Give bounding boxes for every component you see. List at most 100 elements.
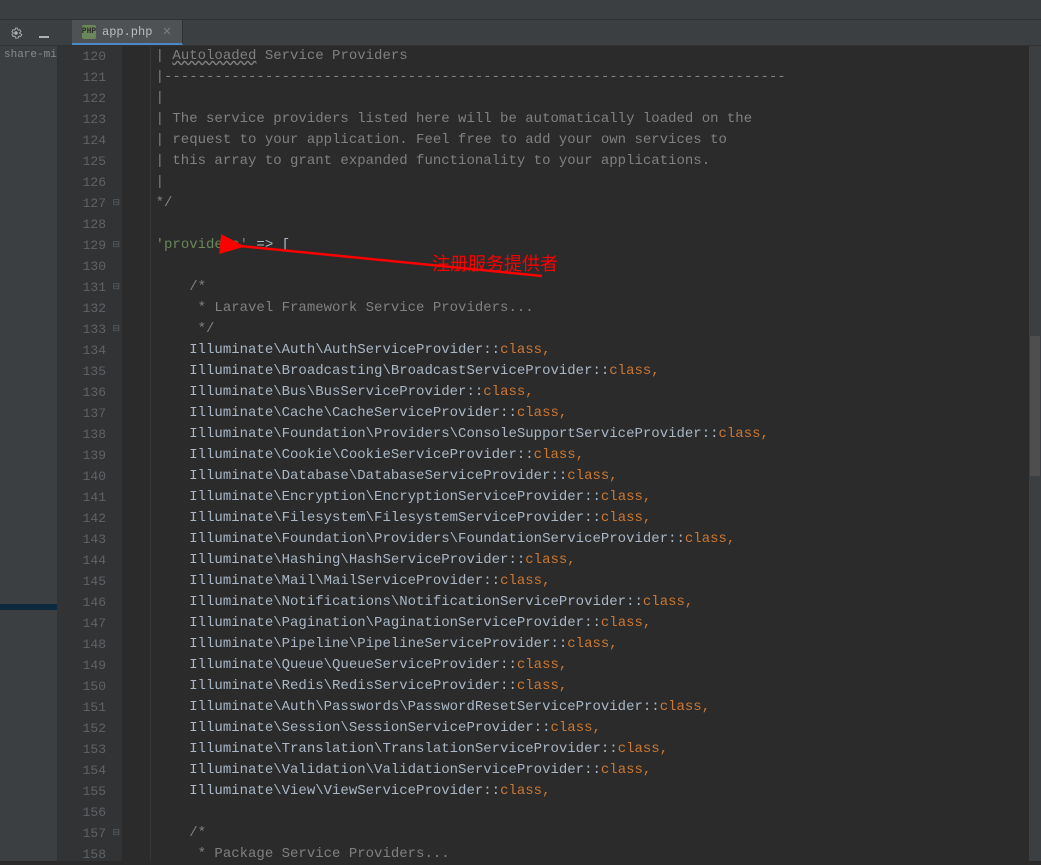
code-content[interactable]: | Autoloaded Service Providers |--------… [122,46,1041,861]
line-number: 134 [58,340,106,361]
code-line[interactable]: Illuminate\Pagination\PaginationServiceP… [122,613,1041,634]
fold-icon[interactable]: ⊟ [110,198,120,208]
code-line[interactable]: Illuminate\Cookie\CookieServiceProvider:… [122,445,1041,466]
gutter: 120121122123124125126⊟127128⊟129130⊟1311… [58,46,122,861]
php-file-icon: PHP [82,25,96,39]
line-number: 131 [58,277,106,298]
main: share-micr 120121122123124125126 ⊟ 127128 ⊟… [0,46,1041,861]
code-line[interactable]: Illuminate\Bus\BusServiceProvider::class… [122,382,1041,403]
code-line[interactable]: /* [122,277,1041,298]
line-number: 144 [58,550,106,571]
line-number: 124 [58,130,106,151]
code-line[interactable]: Illuminate\Validation\ValidationServiceP… [122,760,1041,781]
line-number: 154 [58,760,106,781]
line-number: 122 [58,88,106,109]
code-line[interactable]: Illuminate\Translation\TranslationServic… [122,739,1041,760]
code-line[interactable]: Illuminate\Encryption\EncryptionServiceP… [122,487,1041,508]
code-line[interactable]: */ [122,193,1041,214]
code-line[interactable] [122,214,1041,235]
line-number: 147 [58,613,106,634]
code-line[interactable]: | The service providers listed here will… [122,109,1041,130]
code-line[interactable]: * Laravel Framework Service Providers... [122,298,1041,319]
code-line[interactable]: Illuminate\Broadcasting\BroadcastService… [122,361,1041,382]
code-line[interactable]: */ [122,319,1041,340]
code-editor[interactable]: | Autoloaded Service Providers |--------… [122,46,1041,861]
line-number: 153 [58,739,106,760]
code-line[interactable]: |---------------------------------------… [122,67,1041,88]
code-line[interactable]: Illuminate\Database\DatabaseServiceProvi… [122,466,1041,487]
sidebar-highlight[interactable] [0,604,57,610]
line-number: 157 [58,823,106,844]
line-number: 146 [58,592,106,613]
line-number: 138 [58,424,106,445]
line-number: 155 [58,781,106,802]
scrollbar-thumb[interactable] [1030,336,1040,476]
code-line[interactable]: Illuminate\Mail\MailServiceProvider::cla… [122,571,1041,592]
sidebar-item[interactable]: share-micr [0,46,57,64]
code-line[interactable]: Illuminate\Foundation\Providers\Foundati… [122,529,1041,550]
line-number: 150 [58,676,106,697]
line-number: 135 [58,361,106,382]
line-number: 126 [58,172,106,193]
toolbar [0,0,1041,20]
code-line[interactable]: Illuminate\Queue\QueueServiceProvider::c… [122,655,1041,676]
line-number: 145 [58,571,106,592]
tab-app-php[interactable]: PHP app.php ✕ [72,20,183,45]
line-number: 152 [58,718,106,739]
line-number: 140 [58,466,106,487]
code-line[interactable] [122,802,1041,823]
line-number: 158 [58,844,106,865]
line-number: 123 [58,109,106,130]
line-number: 143 [58,529,106,550]
line-number: 136 [58,382,106,403]
code-line[interactable]: | this array to grant expanded functiona… [122,151,1041,172]
code-line[interactable]: Illuminate\View\ViewServiceProvider::cla… [122,781,1041,802]
line-number: 121 [58,67,106,88]
header: PHP app.php ✕ [0,20,1041,46]
code-line[interactable]: Illuminate\Pipeline\PipelineServiceProvi… [122,634,1041,655]
code-line[interactable]: | [122,88,1041,109]
line-number: 127 [58,193,106,214]
line-number: 139 [58,445,106,466]
code-line[interactable]: | [122,172,1041,193]
line-number: 120 [58,46,106,67]
line-number: 137 [58,403,106,424]
project-sidebar[interactable]: share-micr [0,46,58,861]
line-number: 130 [58,256,106,277]
line-number: 128 [58,214,106,235]
line-number: 142 [58,508,106,529]
tab-label: app.php [102,25,152,39]
code-line[interactable]: /* [122,823,1041,844]
scrollbar[interactable] [1029,46,1041,861]
line-number: 133 [58,319,106,340]
close-icon[interactable]: ✕ [162,25,171,39]
code-line[interactable]: Illuminate\Filesystem\FilesystemServiceP… [122,508,1041,529]
fold-icon[interactable]: ⊟ [110,828,120,838]
code-line[interactable]: Illuminate\Auth\AuthServiceProvider::cla… [122,340,1041,361]
fold-icon[interactable]: ⊟ [110,282,120,292]
code-line[interactable] [122,256,1041,277]
minimize-icon[interactable] [36,25,52,41]
code-line[interactable]: Illuminate\Session\SessionServiceProvide… [122,718,1041,739]
code-line[interactable]: Illuminate\Cache\CacheServiceProvider::c… [122,403,1041,424]
line-number: 129 [58,235,106,256]
fold-icon[interactable]: ⊟ [110,240,120,250]
line-number: 156 [58,802,106,823]
line-number: 151 [58,697,106,718]
code-line[interactable]: Illuminate\Redis\RedisServiceProvider::c… [122,676,1041,697]
fold-icon[interactable]: ⊟ [110,324,120,334]
line-number: 148 [58,634,106,655]
gear-icon[interactable] [8,25,24,41]
code-line[interactable]: Illuminate\Notifications\NotificationSer… [122,592,1041,613]
code-line[interactable]: Illuminate\Foundation\Providers\ConsoleS… [122,424,1041,445]
line-number: 125 [58,151,106,172]
tabs-container: PHP app.php ✕ [72,20,183,45]
code-line[interactable]: | Autoloaded Service Providers [122,46,1041,67]
code-line[interactable]: | request to your application. Feel free… [122,130,1041,151]
code-line[interactable]: Illuminate\Hashing\HashServiceProvider::… [122,550,1041,571]
line-number: 141 [58,487,106,508]
line-number: 132 [58,298,106,319]
code-line[interactable]: * Package Service Providers... [122,844,1041,861]
code-line[interactable]: Illuminate\Auth\Passwords\PasswordResetS… [122,697,1041,718]
code-line[interactable]: 'providers' => [ [122,235,1041,256]
